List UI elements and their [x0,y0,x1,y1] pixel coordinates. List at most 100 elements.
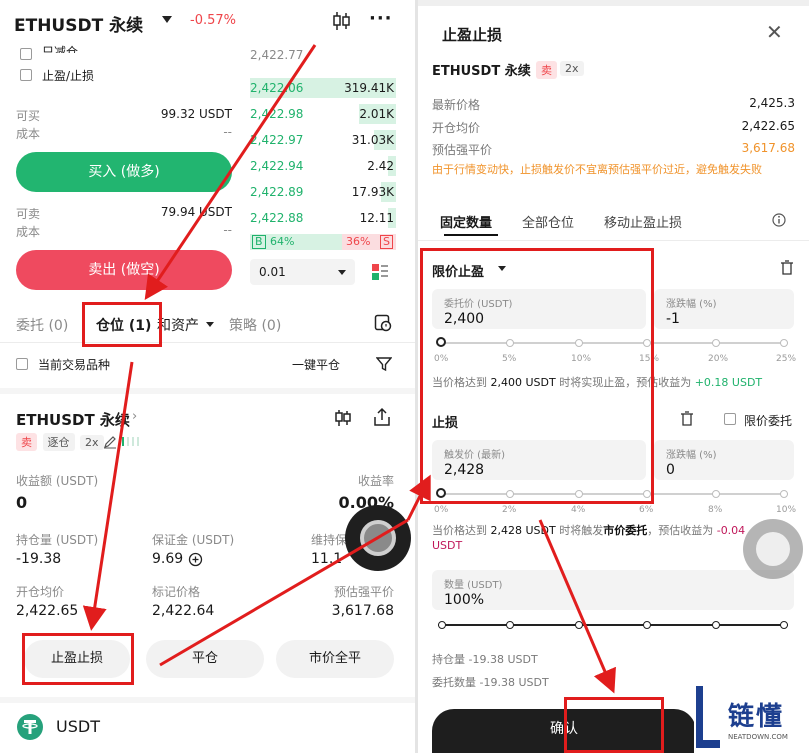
orderbook-layout-icon[interactable] [371,263,389,281]
asset-name[interactable]: USDT [56,717,100,736]
orderbook-row[interactable]: 2,422.89 17.93K [250,182,396,202]
chevron-right-icon[interactable]: › [132,409,137,424]
orderbook-row[interactable]: 2,422.97 31.03K [250,130,396,150]
current-symbol-checkbox[interactable] [16,358,28,370]
more-icon[interactable]: ··· [369,8,393,29]
quantity-label: 数量 (USDT) [444,580,503,591]
orderbook-qty: 31.03K [351,133,394,147]
orderbook-row[interactable]: 2,422.88 12.11 [250,208,396,228]
sl-pct-label: 涨跌幅 (%) [666,450,717,461]
sell-pct: 36% [346,235,371,248]
chevron-down-icon[interactable] [206,322,214,327]
tpsl-modal: 止盈止损 ✕ ETHUSDT 永续 卖 2x 最新价格 2,425.3 开仓均价… [418,0,809,753]
section-divider [0,697,415,703]
orderbook-price: 2,422.88 [250,211,304,225]
tab-strategy[interactable]: 策略 (0) [229,315,281,335]
orderbook-qty: 2.42 [367,159,394,173]
slider-tick-label: 20% [708,354,729,364]
slider-stop[interactable] [780,490,788,498]
share-icon[interactable] [373,407,391,427]
orderbook-row[interactable]: 2,422.06 319.41K [250,78,396,98]
slider-stop[interactable] [438,621,446,629]
maint-margin-value: 11.1 [311,551,343,567]
close-position-button[interactable]: 平仓 [146,640,264,678]
entry-price-label: 开仓均价 [432,121,481,135]
depth-select[interactable]: 0.01 [250,259,355,285]
watermark-domain: NEATDOWN.COM [728,733,788,741]
sl-pct-value: 0 [666,462,675,478]
sl-pct-field[interactable]: 涨跌幅 (%) 0 [654,440,794,480]
tab-trailing[interactable]: 移动止盈止损 [604,212,682,231]
slider-stop[interactable] [643,621,651,629]
quantity-value: 100% [444,592,485,608]
modal-title: 止盈止损 [442,26,503,44]
current-symbol-label: 当前交易品种 [38,358,111,372]
position-symbol[interactable]: ETHUSDT 永续 [16,409,130,430]
trash-icon[interactable] [680,411,694,427]
liq-price-label: 预估强平价 [333,585,394,599]
tab-assets[interactable]: 和资产 [157,315,199,335]
sell-avail-label: 可卖 [16,207,41,221]
mark-price-label: 标记价格 [152,585,201,599]
assistive-touch-icon[interactable] [345,505,411,571]
sell-short-button[interactable]: 卖出 (做空) [16,250,232,290]
assistive-touch-icon[interactable] [743,519,803,579]
modal-side-chip: 卖 [536,61,557,79]
buy-avail-label: 可买 [16,109,41,123]
add-margin-icon[interactable] [188,552,203,567]
slider-stop[interactable] [575,621,583,629]
reduce-only-checkbox[interactable] [20,48,32,60]
risk-level-bars [122,437,146,446]
size-label: 持仓量 (USDT) [16,533,99,547]
orderbook-price: 2,422.94 [250,159,304,173]
slider-stop[interactable] [780,339,788,347]
slider-stop[interactable] [506,621,514,629]
tpsl-checkbox[interactable] [20,69,32,81]
pair-title[interactable]: ETHUSDT 永续 [14,11,143,36]
quantity-field[interactable]: 数量 (USDT) 100% [432,570,794,610]
trash-icon[interactable] [780,260,794,276]
buy-avail-value: 99.32 USDT [160,107,232,121]
tabs-divider [418,240,809,241]
watermark-brand: 链懂 [728,702,785,732]
quantity-slider[interactable] [438,618,788,634]
order-history-icon[interactable] [374,314,392,332]
orderbook-qty: 17.93K [351,185,394,199]
liq-price-value: 3,617.68 [331,603,394,619]
slider-tick-label: 0% [434,505,449,515]
tab-orders[interactable]: 委托 (0) [16,315,68,335]
orderbook-top-price: 2,422.77 [250,48,304,62]
limit-order-checkbox[interactable] [724,413,736,425]
chevron-down-icon[interactable] [162,16,172,23]
slider-stop[interactable] [712,621,720,629]
slider-stop[interactable] [712,490,720,498]
margin-mode-chip: 逐仓 [42,433,75,451]
tab-all-position[interactable]: 全部仓位 [522,212,574,231]
close-all-button[interactable]: 一键平仓 [292,356,340,373]
highlight-tpsl-fields [420,248,654,504]
entry-price-value: 2,422.65 [16,603,79,619]
orderbook-row[interactable]: 2,422.94 2.42 [250,156,396,176]
slider-tick-label: 4% [571,505,586,515]
candlestick-icon[interactable] [333,408,353,428]
price-change: -0.57% [190,13,236,28]
close-icon[interactable]: ✕ [766,20,783,44]
watermark: 链懂 NEATDOWN.COM [694,682,809,753]
modal-leverage-chip: 2x [560,61,584,76]
info-icon[interactable] [772,213,786,227]
leverage-chip[interactable]: 2x [80,435,104,450]
limit-order-label: 限价委托 [744,414,793,428]
orderbook-row[interactable]: 2,422.98 2.01K [250,104,396,124]
tp-pct-field[interactable]: 涨跌幅 (%) -1 [654,289,794,329]
market-close-all-button[interactable]: 市价全平 [276,640,394,678]
edit-icon[interactable] [103,435,117,449]
buy-long-button[interactable]: 买入 (做多) [16,152,232,192]
slider-stop[interactable] [712,339,720,347]
roi-label: 收益率 [357,474,394,488]
tab-fixed-qty[interactable]: 固定数量 [440,212,492,231]
filter-icon[interactable] [376,356,392,372]
slider-stop[interactable] [780,621,788,629]
candlestick-icon[interactable] [330,10,352,32]
sl-note-text-b: 时将触发 [559,524,604,537]
slider-tick-label: 6% [639,505,654,515]
